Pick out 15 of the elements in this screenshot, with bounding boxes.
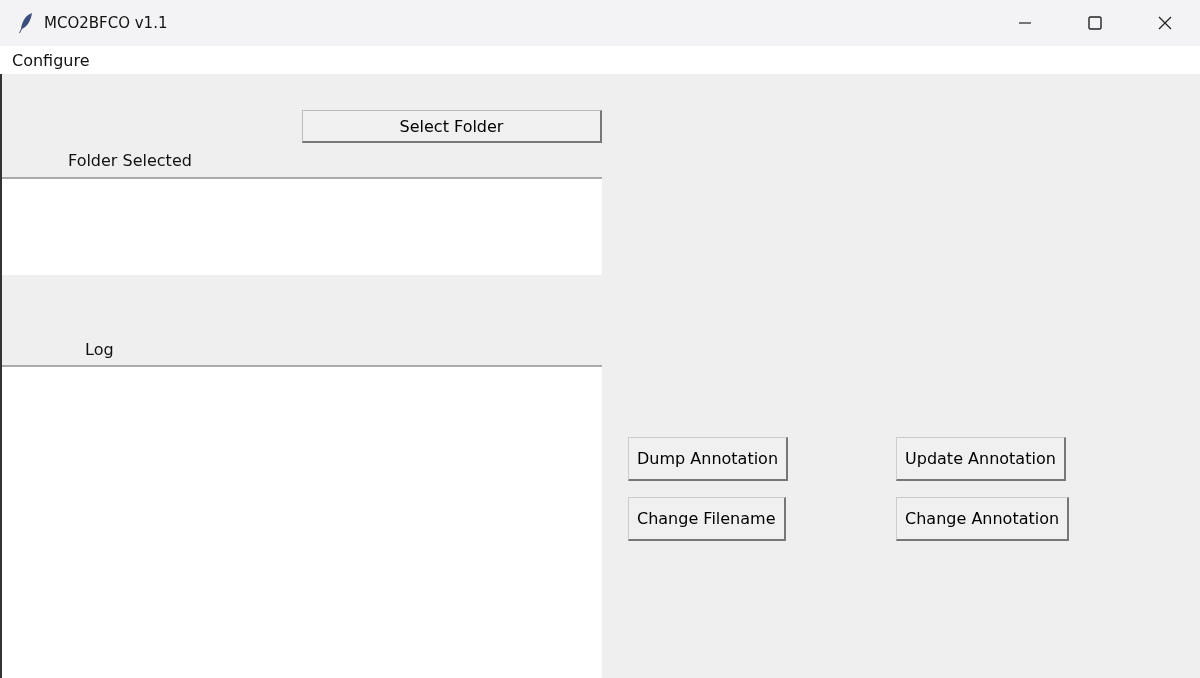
feather-icon	[18, 12, 34, 34]
folder-selected-label: Folder Selected	[67, 150, 193, 172]
select-folder-button[interactable]: Select Folder	[302, 110, 602, 143]
close-icon	[1157, 15, 1173, 31]
window-title: MCO2BFCO v1.1	[44, 14, 169, 32]
minimize-icon	[1019, 22, 1031, 24]
action-button[interactable]: Change Annotation	[896, 497, 1070, 541]
log-label: Log	[84, 339, 115, 361]
folder-selected-field[interactable]	[2, 177, 602, 275]
action-button[interactable]: Change Filename	[628, 497, 786, 541]
action-button[interactable]: Update Annotation	[896, 437, 1066, 481]
menu-item[interactable]: Configure	[0, 46, 102, 74]
action-button[interactable]: Dump Annotation	[628, 437, 789, 481]
log-field[interactable]	[2, 365, 602, 678]
maximize-icon	[1087, 15, 1103, 31]
